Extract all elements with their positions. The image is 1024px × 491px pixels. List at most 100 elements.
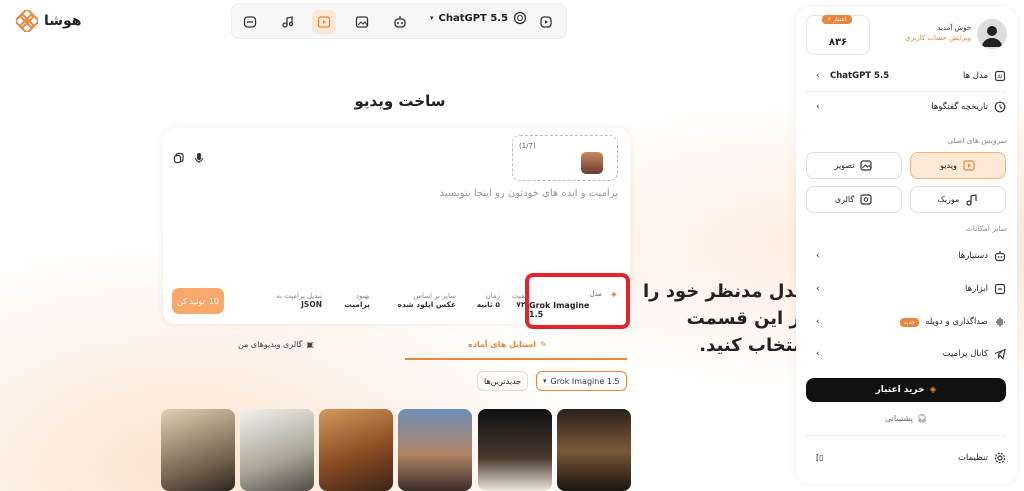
page-title: ساخت ویدیو bbox=[354, 92, 446, 110]
microphone-icon[interactable] bbox=[193, 152, 205, 164]
support-link[interactable]: پشتیبانی 🎧︎ bbox=[806, 414, 1006, 423]
credit-wallet[interactable]: ⚡ اعتبار ۸۳۶ bbox=[806, 15, 870, 55]
models-label: مدل ها bbox=[963, 71, 988, 81]
divider bbox=[806, 91, 1006, 92]
generate-button[interactable]: تولید کن 10 bbox=[172, 288, 224, 314]
credit-label: اعتبار bbox=[833, 16, 847, 23]
robot-icon bbox=[994, 250, 1006, 262]
presentation-icon[interactable] bbox=[534, 10, 558, 34]
chevron-left-icon: ‹ bbox=[816, 284, 820, 294]
model-name: ChatGPT 5.5 bbox=[438, 12, 509, 24]
option-enhance-value: پرامپت bbox=[344, 300, 370, 309]
sidebar-item-assistants[interactable]: ‹ دستیارها bbox=[816, 246, 1006, 266]
option-enhance[interactable]: بهبود پرامپت bbox=[340, 292, 370, 309]
service-video-label: ویدیو bbox=[940, 161, 957, 170]
support-label: پشتیبانی bbox=[884, 414, 913, 423]
uploaded-image-thumbnail[interactable] bbox=[581, 152, 603, 174]
buy-credit-button[interactable]: خرید اعتبار ◈ bbox=[806, 378, 1006, 402]
prompt-input[interactable]: پرامپت و ایده های خودتون رو اینجا بنویسی… bbox=[440, 188, 618, 199]
style-gallery bbox=[160, 409, 632, 491]
option-duration-label: زمان bbox=[485, 292, 500, 300]
chevron-left-icon: ‹ bbox=[816, 71, 820, 81]
collapse-sidebar-icon[interactable]: [▯ bbox=[816, 453, 824, 462]
gear-icon bbox=[994, 452, 1006, 464]
model-filter[interactable]: ▾ Grok Imagine 1.5 bbox=[536, 371, 627, 391]
active-tab-indicator bbox=[405, 358, 627, 360]
style-card[interactable] bbox=[240, 409, 314, 491]
sidebar: خوش آمدید ویرایش حساب کاربری ⚡ اعتبار ۸۳… bbox=[796, 7, 1017, 484]
style-card[interactable] bbox=[478, 409, 552, 491]
service-image[interactable]: تصویر bbox=[806, 152, 902, 179]
option-json[interactable]: تبدیل پرامپت به JSON bbox=[264, 292, 322, 309]
chevron-left-icon: ‹ bbox=[816, 317, 820, 327]
welcome-text: خوش آمدید bbox=[937, 24, 971, 32]
option-duration[interactable]: زمان ۵ ثانیه bbox=[468, 292, 500, 309]
avatar[interactable] bbox=[977, 19, 1007, 49]
service-music[interactable]: موزیک bbox=[910, 186, 1006, 213]
tab-ready-styles[interactable]: ✎ استایل های آماده bbox=[468, 340, 547, 349]
option-aspect[interactable]: سایز بر اساس عکس اپلود شده bbox=[394, 292, 456, 309]
models-value: ChatGPT 5.5 bbox=[830, 71, 890, 81]
sidebar-item-history[interactable]: ‹ تاریخچه گفتگوها bbox=[816, 97, 1006, 117]
gallery-icon bbox=[860, 193, 873, 206]
generate-cost: 10 bbox=[208, 296, 220, 306]
headset-icon: 🎧︎ bbox=[916, 414, 928, 423]
sidebar-item-dubbing[interactable]: ‹ جدید صداگذاری و دوبله bbox=[816, 312, 1006, 332]
music-icon[interactable] bbox=[276, 10, 300, 34]
tab-ready-styles-label: استایل های آماده bbox=[468, 340, 537, 349]
openai-icon bbox=[513, 11, 527, 25]
image-upload-area[interactable]: (1/7) bbox=[512, 135, 618, 181]
annotation-text: مدل مدنظر خود را از این قسمت انتخاب کنید… bbox=[642, 281, 806, 356]
credit-value: ۸۳۶ bbox=[828, 37, 848, 48]
telegram-icon bbox=[994, 348, 1006, 360]
option-enhance-label: بهبود bbox=[355, 292, 370, 300]
chevron-left-icon: ‹ bbox=[816, 251, 820, 261]
history-label: تاریخچه گفتگوها bbox=[931, 102, 988, 112]
style-card[interactable] bbox=[557, 409, 631, 491]
style-card[interactable] bbox=[398, 409, 472, 491]
model-filter-label: Grok Imagine 1.5 bbox=[550, 376, 620, 386]
generate-label: تولید کن bbox=[176, 296, 205, 306]
video-icon[interactable] bbox=[312, 10, 336, 34]
clock-icon bbox=[994, 101, 1006, 113]
image-icon[interactable] bbox=[350, 10, 374, 34]
option-aspect-label: سایز بر اساس bbox=[413, 292, 456, 300]
service-gallery-label: گالری bbox=[834, 195, 855, 204]
service-music-label: موزیک bbox=[937, 195, 960, 204]
coin-icon: ◈ bbox=[929, 385, 937, 395]
edit-account-link[interactable]: ویرایش حساب کاربری bbox=[905, 34, 971, 42]
tab-my-gallery-label: گالری ویدیوهای من bbox=[238, 340, 303, 349]
tools-label: ابزارها bbox=[965, 284, 988, 294]
sidebar-item-tools[interactable]: ‹ ابزارها bbox=[816, 279, 1006, 299]
brush-icon: ✎ bbox=[540, 340, 547, 349]
new-badge: جدید bbox=[899, 317, 920, 327]
music-icon bbox=[965, 193, 978, 206]
dubbing-label: صداگذاری و دوبله bbox=[925, 317, 988, 327]
chevron-down-icon: ▾ bbox=[430, 14, 434, 22]
app-logo[interactable]: هوشا bbox=[16, 10, 82, 32]
service-gallery[interactable]: گالری bbox=[806, 186, 902, 213]
service-image-label: تصویر bbox=[834, 161, 855, 170]
sidebar-item-settings[interactable]: [▯ تنظیمات bbox=[816, 448, 1006, 468]
buy-credit-label: خرید اعتبار bbox=[875, 385, 925, 395]
style-card[interactable] bbox=[161, 409, 235, 491]
logo-icon bbox=[16, 10, 38, 32]
tab-my-gallery[interactable]: ▣ گالری ویدیوهای من bbox=[238, 340, 314, 349]
chevron-left-icon: ‹ bbox=[816, 102, 820, 112]
gallery-icon: ▣ bbox=[306, 340, 314, 349]
sidebar-item-models[interactable]: ‹ ChatGPT 5.5 مدل ها AI bbox=[816, 66, 1006, 86]
service-video[interactable]: ویدیو bbox=[910, 152, 1006, 179]
style-card[interactable] bbox=[319, 409, 393, 491]
robot-icon[interactable] bbox=[388, 10, 412, 34]
option-json-label: تبدیل پرامپت به bbox=[276, 292, 322, 300]
sound-icon bbox=[994, 316, 1006, 328]
copy-icon[interactable] bbox=[173, 152, 185, 164]
sort-newest[interactable]: جدیدترین‌ها bbox=[477, 371, 529, 391]
model-option-highlight[interactable]: ✦ مدل Grok Imagine 1.5 bbox=[525, 273, 630, 329]
model-selector[interactable]: ▾ ChatGPT 5.5 bbox=[430, 11, 527, 25]
sparkle-icon: ✦ bbox=[609, 290, 618, 301]
option-duration-value: ۵ ثانیه bbox=[476, 300, 500, 309]
chat-icon[interactable] bbox=[238, 10, 262, 34]
sidebar-item-prompt-channel[interactable]: ‹ کانال پرامپت bbox=[816, 344, 1006, 364]
divider bbox=[806, 435, 1006, 436]
